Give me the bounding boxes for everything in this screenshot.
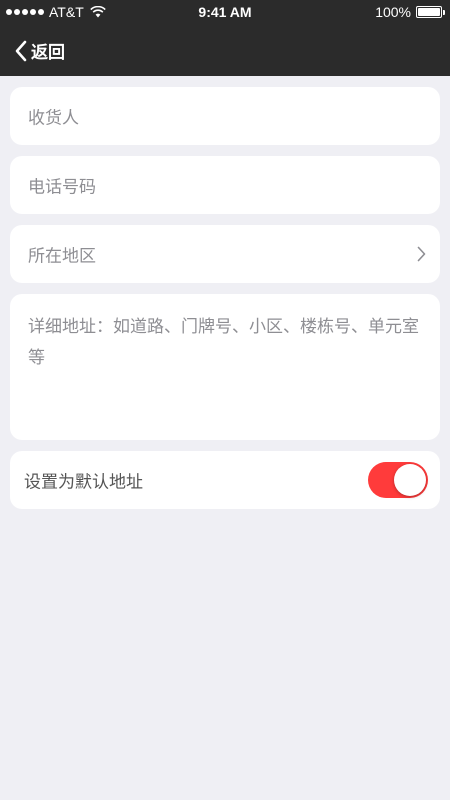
default-address-label: 设置为默认地址 bbox=[24, 472, 143, 493]
status-bar: AT&T 9:41 AM 100% bbox=[0, 0, 450, 24]
toggle-knob bbox=[394, 464, 426, 496]
battery-icon bbox=[416, 6, 445, 18]
battery-percentage: 100% bbox=[375, 4, 411, 20]
phone-field[interactable]: 电话号码 bbox=[10, 156, 440, 214]
status-right: 100% bbox=[375, 4, 445, 20]
consignee-field[interactable]: 收货人 bbox=[10, 87, 440, 145]
detail-address-placeholder: 详细地址：如道路、门牌号、小区、楼栋号、单元室等 bbox=[28, 317, 419, 368]
default-address-toggle[interactable] bbox=[368, 462, 428, 498]
region-selector[interactable]: 所在地区 bbox=[10, 225, 440, 283]
phone-placeholder: 电话号码 bbox=[28, 177, 96, 198]
default-address-row: 设置为默认地址 bbox=[10, 451, 440, 509]
back-button[interactable]: 返回 bbox=[14, 38, 65, 63]
region-placeholder: 所在地区 bbox=[28, 246, 96, 267]
detail-address-field[interactable]: 详细地址：如道路、门牌号、小区、楼栋号、单元室等 bbox=[10, 294, 440, 440]
back-label: 返回 bbox=[31, 43, 65, 63]
chevron-right-icon bbox=[417, 246, 426, 262]
back-chevron-icon bbox=[15, 40, 27, 61]
consignee-placeholder: 收货人 bbox=[28, 108, 79, 129]
nav-bar: 返回 bbox=[0, 24, 450, 76]
